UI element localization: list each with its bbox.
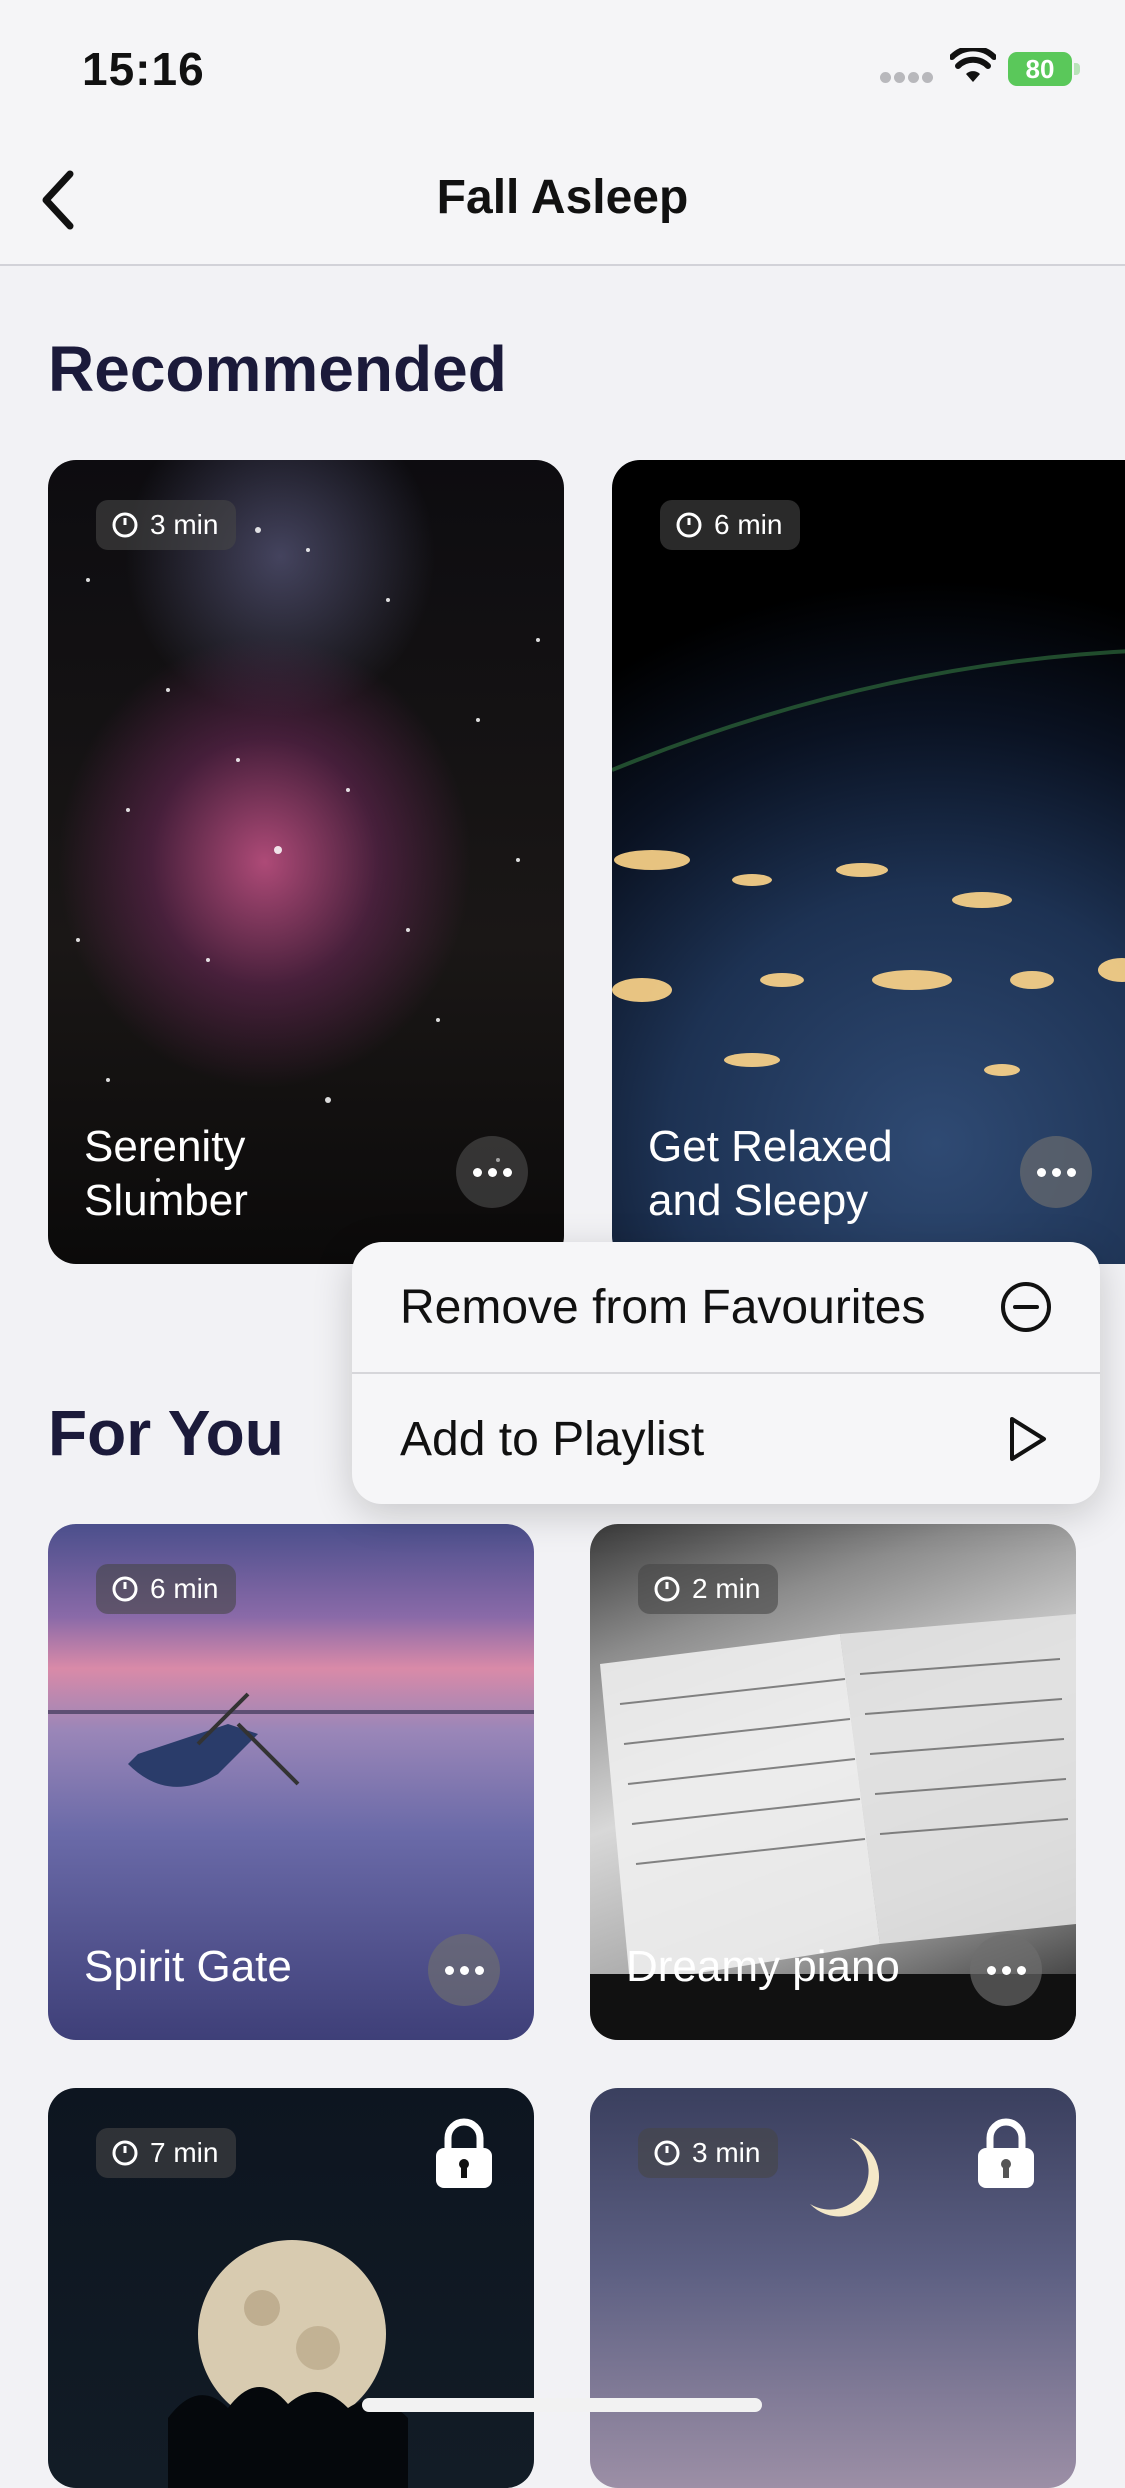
card-title-line2: Slumber bbox=[84, 1176, 248, 1225]
page-title: Fall Asleep bbox=[436, 171, 689, 224]
duration-text: 2 min bbox=[692, 1573, 761, 1604]
timer-icon bbox=[112, 512, 138, 538]
timer-icon bbox=[654, 1576, 680, 1602]
more-options-button[interactable] bbox=[970, 1934, 1042, 2006]
duration-text: 3 min bbox=[692, 2137, 761, 2168]
duration-badge: 2 min bbox=[638, 1564, 779, 1614]
duration-badge: 6 min bbox=[660, 500, 801, 550]
for-you-card-spirit-gate[interactable]: 6 min Spirit Gate bbox=[48, 1524, 534, 2040]
status-time: 15:16 bbox=[82, 43, 205, 95]
duration-text: 6 min bbox=[150, 1573, 219, 1604]
duration-badge: 3 min bbox=[638, 2128, 779, 2178]
battery-icon: 80 bbox=[1008, 52, 1080, 86]
duration-text: 7 min bbox=[150, 2137, 219, 2168]
card-title: Dreamy piano bbox=[626, 1942, 900, 1991]
timer-icon bbox=[112, 2140, 138, 2166]
card-title: Serenity Slumber bbox=[84, 1120, 248, 1228]
card-title-line1: Serenity bbox=[84, 1122, 246, 1171]
card-title: Get Relaxed and Sleepy bbox=[648, 1120, 893, 1228]
recommended-heading: Recommended bbox=[48, 333, 507, 405]
more-options-button[interactable] bbox=[1020, 1136, 1092, 1208]
for-you-card-moon[interactable]: 7 min bbox=[48, 2088, 534, 2488]
home-indicator[interactable] bbox=[362, 2398, 762, 2412]
battery-level: 80 bbox=[1008, 52, 1072, 86]
recommended-card-get-relaxed[interactable]: 6 min Get Relaxed and Sleepy bbox=[612, 460, 1125, 1264]
lock-icon bbox=[436, 2118, 492, 2188]
cellular-signal-icon bbox=[880, 70, 936, 84]
card-title: Spirit Gate bbox=[84, 1942, 292, 1991]
duration-text: 3 min bbox=[150, 509, 219, 540]
duration-badge: 7 min bbox=[96, 2128, 237, 2178]
context-menu: Remove from Favourites Add to Playlist bbox=[352, 1242, 1100, 1504]
timer-icon bbox=[676, 512, 702, 538]
for-you-heading: For You bbox=[48, 1397, 284, 1469]
timer-icon bbox=[112, 1576, 138, 1602]
for-you-card-dreamy-piano[interactable]: 2 min Dreamy piano bbox=[590, 1524, 1076, 2040]
recommended-card-serenity-slumber[interactable]: 3 min Serenity Slumber bbox=[48, 460, 564, 1264]
for-you-card-crescent[interactable]: 3 min bbox=[590, 2088, 1076, 2488]
duration-text: 6 min bbox=[714, 509, 783, 540]
navigation-bar: Fall Asleep bbox=[0, 140, 1125, 266]
minus-circle-icon bbox=[1001, 1282, 1051, 1332]
add-to-playlist-label: Add to Playlist bbox=[400, 1412, 705, 1466]
timer-icon bbox=[654, 2140, 680, 2166]
play-icon bbox=[1010, 1417, 1046, 1461]
add-to-playlist-item[interactable]: Add to Playlist bbox=[352, 1374, 1100, 1504]
remove-from-favourites-item[interactable]: Remove from Favourites bbox=[352, 1242, 1100, 1372]
card-title-line2: and Sleepy bbox=[648, 1176, 869, 1225]
card-title-line1: Get Relaxed bbox=[648, 1122, 893, 1171]
status-bar: 15:16 80 bbox=[0, 0, 1125, 140]
duration-badge: 6 min bbox=[96, 1564, 237, 1614]
wifi-icon bbox=[950, 48, 996, 82]
more-options-button[interactable] bbox=[428, 1934, 500, 2006]
more-options-button[interactable] bbox=[456, 1136, 528, 1208]
duration-badge: 3 min bbox=[96, 500, 237, 550]
remove-from-favourites-label: Remove from Favourites bbox=[400, 1280, 926, 1334]
lock-icon bbox=[978, 2118, 1034, 2188]
